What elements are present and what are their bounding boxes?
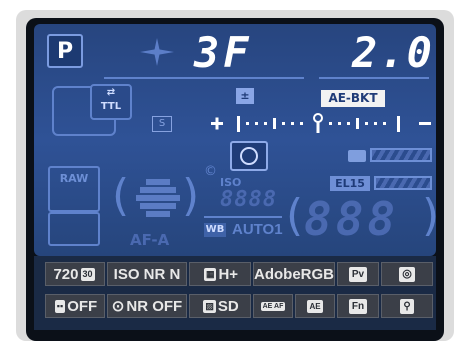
exposure-comp-icon: ± <box>236 88 254 104</box>
s-badge: S <box>152 116 172 132</box>
info-row-1: 720 30 ISO NR N ▦ H+ AdobeRGB Pv ◎ <box>45 259 433 290</box>
shutter-mode-button[interactable]: ◎ <box>381 262 433 286</box>
ae-af-lock-button[interactable]: AE AF <box>253 294 293 318</box>
shutter-speed: 3F <box>194 28 253 77</box>
long-exposure-nr-button[interactable]: ⊙ NR OFF <box>107 294 187 318</box>
picture-control-label: H+ <box>218 265 239 283</box>
sd-picture-label: SD <box>217 297 239 315</box>
af-area-mode: AF-A <box>130 231 170 249</box>
high-iso-nr-button[interactable]: ISO NR N <box>107 262 187 286</box>
battery-indicator-2 <box>374 176 432 190</box>
af-area-bracket-right: ) <box>182 170 200 221</box>
raw-label: RAW <box>59 172 89 185</box>
bracketing-button[interactable]: ▪▪ OFF <box>45 294 105 318</box>
high-iso-nr-label: ISO NR N <box>113 265 181 283</box>
af-point-grid <box>136 179 180 217</box>
af-area-bracket-left: ( <box>112 170 130 221</box>
flash-ttl-icon: ⇄ TTL <box>90 84 132 120</box>
iso-segments: 8888 <box>220 187 277 212</box>
long-exposure-icon: ⊙ <box>111 298 125 315</box>
counter-bracket-left: ( <box>286 190 304 241</box>
sd-picture-button[interactable]: ▨ SD <box>189 294 251 318</box>
fn-button[interactable]: Fn <box>337 294 379 318</box>
raw-box: RAW <box>48 166 100 212</box>
image-size-button[interactable]: 720 30 <box>45 262 105 286</box>
ae-af-lock-label: AE AF <box>260 301 286 311</box>
ae-lock-button[interactable]: AE <box>295 294 335 318</box>
wb-value: AUTO1 <box>232 221 283 238</box>
mode-badge: P <box>47 34 83 68</box>
camera-battery-icon <box>348 150 366 162</box>
lcd-panel: P 3F 2.0 ± AE-BKT ⇄ TTL S RAW () AF-A ©… <box>34 24 436 256</box>
color-space-button[interactable]: AdobeRGB <box>253 262 335 286</box>
ae-bkt-badge: AE-BKT <box>321 90 385 107</box>
ae-lock-label: AE <box>307 299 323 313</box>
iso-icon: © <box>204 164 217 179</box>
counter-bracket-right: ) <box>422 194 436 238</box>
long-exposure-nr-label: NR OFF <box>126 297 183 315</box>
preview-label: Pv <box>348 266 368 282</box>
picture-style-button[interactable]: ⚲ <box>381 294 433 318</box>
color-space-label: AdobeRGB <box>254 265 334 283</box>
battery-indicator-1 <box>370 148 432 162</box>
picture-style-label: ⚲ <box>400 298 414 314</box>
camera-icon <box>230 141 268 171</box>
bracketing-label: OFF <box>67 297 98 315</box>
info-row-2: ▪▪ OFF ⊙ NR OFF ▨ SD AE AF AE Fn ⚲ <box>45 291 433 322</box>
exposure-scale <box>211 113 431 133</box>
el-label: EL15 <box>335 177 365 190</box>
aperture-value: 2.0 <box>352 28 434 77</box>
picture-control-button[interactable]: ▦ H+ <box>189 262 251 286</box>
wb-label: WB <box>205 224 225 235</box>
wb-badge: WB <box>204 223 226 237</box>
preview-button[interactable]: Pv <box>337 262 379 286</box>
frame-counter-segments: 888 <box>304 192 400 246</box>
shooting-mode: P <box>56 38 74 64</box>
s-label: S <box>158 118 166 129</box>
focus-point-icon <box>140 38 174 66</box>
ae-bkt-label: AE-BKT <box>328 91 378 105</box>
flash-mode-label: TTL <box>100 101 122 112</box>
el-badge: EL15 <box>330 176 370 191</box>
image-size-label: 720 <box>53 265 79 283</box>
fn-label: Fn <box>348 298 368 314</box>
shutter-mode-label: ◎ <box>399 266 415 282</box>
